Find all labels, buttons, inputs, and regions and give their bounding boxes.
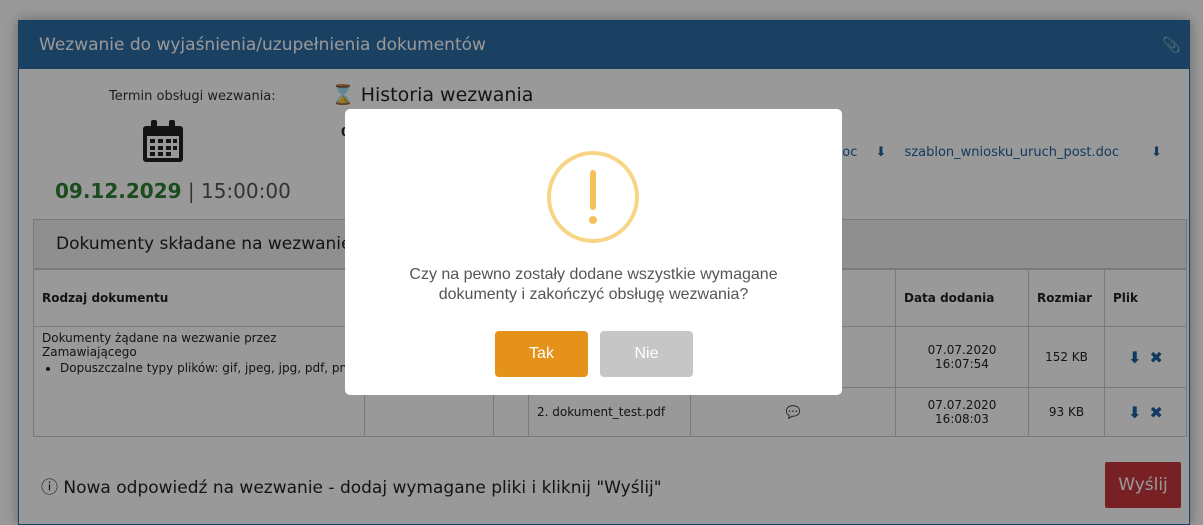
- dialog-message: Czy na pewno zostały dodane wszystkie wy…: [409, 266, 778, 303]
- confirm-dialog: Czy na pewno zostały dodane wszystkie wy…: [345, 109, 842, 395]
- warning-icon: [547, 151, 639, 243]
- confirm-yes-button[interactable]: Tak: [495, 331, 588, 377]
- confirm-no-button[interactable]: Nie: [600, 331, 693, 377]
